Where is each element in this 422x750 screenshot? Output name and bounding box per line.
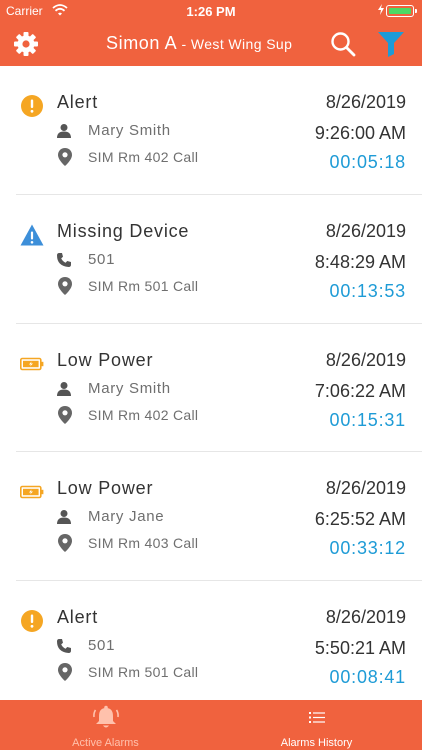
tab-active-alarms[interactable]: Active Alarms: [0, 700, 211, 750]
person-icon: [57, 510, 71, 525]
alarm-row[interactable]: Alert Mary Smith SIM Rm 402 Call 8/26/20…: [16, 66, 422, 195]
alarm-location: SIM Rm 402 Call: [88, 149, 199, 165]
phone-icon: [57, 252, 71, 267]
tab-alarms-history[interactable]: Alarms History: [211, 700, 422, 750]
tab-bar: Active Alarms Alarms History: [0, 700, 422, 750]
status-time: 1:26 PM: [186, 4, 236, 19]
alarm-contact: Mary Smith: [88, 379, 171, 397]
alarm-row[interactable]: Alert 501 SIM Rm 501 Call 8/26/2019 5:50…: [16, 581, 422, 700]
alarm-duration: 00:15:31: [329, 409, 406, 430]
alert-icon: [21, 95, 43, 117]
alarm-list[interactable]: Alert Mary Smith SIM Rm 402 Call 8/26/20…: [0, 66, 422, 700]
alarm-type: Alert: [57, 92, 99, 112]
status-bar: Carrier 1:26 PM: [0, 0, 422, 22]
alarm-location: SIM Rm 501 Call: [88, 664, 199, 681]
battery-icon: [20, 357, 44, 370]
alarm-duration: 00:08:41: [329, 667, 406, 688]
alarm-row[interactable]: Low Power Mary Smith SIM Rm 402 Call 8/2…: [16, 324, 422, 453]
page-title: Simon A - West Wing Sup: [106, 33, 292, 54]
location-pin-icon: [58, 405, 72, 424]
alarm-contact: 501: [88, 637, 116, 655]
person-icon: [57, 124, 71, 138]
warning-icon: [20, 224, 44, 246]
alarm-time: 5:50:21 AM: [314, 638, 406, 659]
alarm-time: 6:25:52 AM: [314, 509, 406, 530]
alarm-time: 8:48:29 AM: [314, 251, 406, 272]
alarm-time: 7:06:22 AM: [314, 380, 406, 401]
alarm-date: 8/26/2019: [325, 478, 406, 499]
tab-label: Active Alarms: [72, 737, 139, 749]
unit-name: - West Wing Sup: [177, 36, 293, 52]
gear-icon[interactable]: [12, 30, 40, 58]
alarm-duration: 00:05:18: [329, 152, 406, 172]
alarm-row[interactable]: Missing Device 501 SIM Rm 501 Call 8/26/…: [16, 195, 422, 324]
alarm-location: SIM Rm 402 Call: [88, 406, 199, 423]
location-pin-icon: [58, 148, 72, 166]
alarm-time: 9:26:00 AM: [314, 123, 406, 143]
search-icon[interactable]: [330, 31, 356, 57]
alarm-location: SIM Rm 403 Call: [88, 535, 199, 552]
bell-icon: [93, 705, 119, 728]
header: Simon A - West Wing Sup: [0, 22, 422, 66]
alarm-contact: Mary Jane: [88, 508, 165, 526]
alarm-date: 8/26/2019: [325, 92, 406, 112]
top-bar: Carrier 1:26 PM Simon A - West Wing Sup: [0, 0, 422, 66]
alarm-type: Low Power: [57, 349, 154, 370]
person-icon: [57, 381, 71, 396]
filter-icon[interactable]: [376, 30, 406, 58]
alarm-date: 8/26/2019: [325, 349, 406, 370]
location-pin-icon: [58, 663, 72, 682]
alarm-contact: 501: [88, 250, 116, 268]
battery-status-icon: [386, 5, 417, 17]
alarm-type: Alert: [57, 607, 99, 628]
alarm-date: 8/26/2019: [325, 220, 406, 241]
charging-icon: [378, 4, 384, 15]
alarm-type: Missing Device: [57, 220, 190, 241]
location-pin-icon: [58, 276, 72, 295]
phone-icon: [57, 639, 71, 654]
alarm-duration: 00:33:12: [329, 538, 406, 559]
list-icon: [309, 712, 325, 723]
location-pin-icon: [58, 534, 72, 553]
alarm-row[interactable]: Low Power Mary Jane SIM Rm 403 Call 8/26…: [16, 452, 422, 582]
alarm-duration: 00:13:53: [329, 280, 406, 301]
tab-label: Alarms History: [280, 737, 353, 749]
alarm-contact: Mary Smith: [88, 122, 171, 139]
battery-icon: [20, 486, 44, 499]
alarm-type: Low Power: [57, 478, 154, 499]
alarm-location: SIM Rm 501 Call: [88, 277, 199, 294]
user-name: Simon A: [106, 33, 178, 53]
alarm-date: 8/26/2019: [325, 607, 406, 628]
alert-icon: [21, 610, 43, 633]
